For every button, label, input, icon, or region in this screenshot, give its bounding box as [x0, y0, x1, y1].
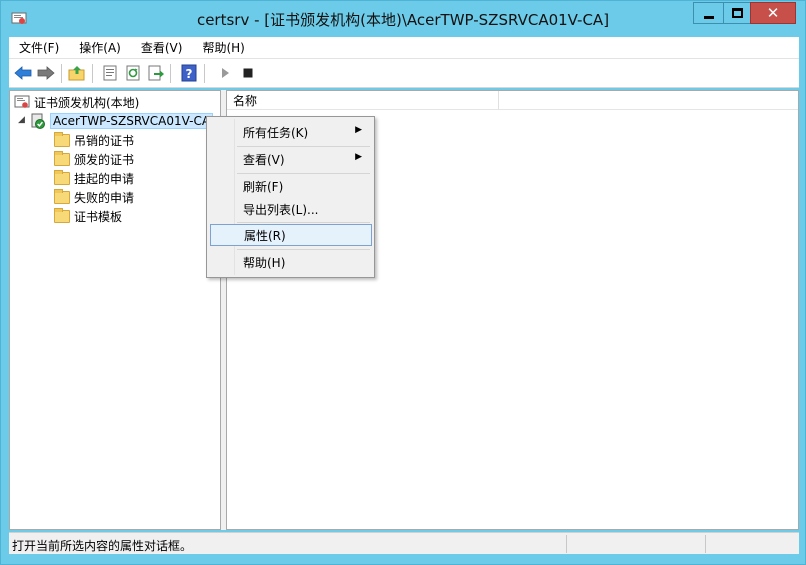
folder-icon — [54, 189, 70, 205]
menu-item-export-list[interactable]: 导出列表(L)... — [209, 198, 372, 220]
minimize-icon — [703, 15, 714, 19]
tree-pending-requests[interactable]: 挂起的申请 — [54, 169, 134, 187]
help-icon: ? — [181, 64, 197, 82]
stop-service-button[interactable] — [238, 63, 258, 83]
menu-separator — [237, 173, 370, 174]
tree-failed-requests[interactable]: 失败的申请 — [54, 188, 134, 206]
menu-item-view[interactable]: 查看(V) ▶ — [209, 148, 372, 170]
menu-bar: 文件(F) 操作(A) 查看(V) 帮助(H) — [9, 37, 799, 59]
mmc-window: certsrv - [证书颁发机构(本地)\AcerTWP-SZSRVCA01V… — [0, 0, 806, 565]
svg-text:?: ? — [186, 67, 193, 81]
maximize-icon — [731, 8, 743, 18]
export-icon — [148, 65, 164, 81]
tree-certificate-templates[interactable]: 证书模板 — [54, 207, 122, 225]
menu-item-label: 属性(R) — [244, 228, 286, 243]
folder-icon — [54, 151, 70, 167]
menu-item-help[interactable]: 帮助(H) — [209, 251, 372, 273]
tree-item-label: 吊销的证书 — [74, 133, 135, 148]
tree-item-label: 颁发的证书 — [74, 152, 135, 167]
console-tree[interactable]: 证书颁发机构(本地) ◢ AcerTWP-SZSRVCA01V-CA 吊销的证书… — [9, 90, 221, 530]
menu-item-label: 帮助(H) — [243, 255, 286, 270]
close-button[interactable]: ✕ — [750, 2, 796, 24]
menu-view[interactable]: 查看(V) — [131, 39, 193, 56]
submenu-arrow-icon: ▶ — [355, 152, 362, 162]
ca-server-icon — [30, 113, 46, 129]
properties-icon — [103, 65, 117, 81]
toolbar: ? — [9, 59, 799, 88]
tree-ca-label: AcerTWP-SZSRVCA01V-CA — [50, 113, 214, 129]
refresh-icon — [126, 65, 140, 81]
tree-revoked-certificates[interactable]: 吊销的证书 — [54, 131, 134, 149]
forward-arrow-icon — [37, 66, 55, 80]
menu-file[interactable]: 文件(F) — [9, 39, 69, 56]
back-button[interactable] — [13, 63, 33, 83]
help-button[interactable]: ? — [179, 63, 199, 83]
stop-service-icon — [243, 68, 253, 78]
forward-button[interactable] — [36, 63, 56, 83]
up-folder-icon — [68, 66, 85, 81]
tree-item-label: 失败的申请 — [74, 190, 135, 205]
window-title: certsrv - [证书颁发机构(本地)\AcerTWP-SZSRVCA01V… — [196, 11, 610, 29]
menu-item-label: 查看(V) — [243, 152, 285, 167]
tree-issued-certificates[interactable]: 颁发的证书 — [54, 150, 134, 168]
context-menu: 所有任务(K) ▶ 查看(V) ▶ 刷新(F) 导出列表(L)... 属性(R)… — [206, 116, 375, 278]
refresh-button[interactable] — [123, 63, 143, 83]
menu-item-all-tasks[interactable]: 所有任务(K) ▶ — [209, 121, 372, 143]
title-bar[interactable]: certsrv - [证书颁发机构(本地)\AcerTWP-SZSRVCA01V… — [1, 1, 805, 37]
menu-item-label: 导出列表(L)... — [243, 202, 319, 217]
export-list-button[interactable] — [146, 63, 166, 83]
collapse-arrow-icon[interactable]: ◢ — [18, 115, 25, 125]
close-icon: ✕ — [766, 4, 780, 22]
tree-root-label: 证书颁发机构(本地) — [34, 95, 140, 110]
tree-item-label: 挂起的申请 — [74, 171, 135, 186]
submenu-arrow-icon: ▶ — [355, 125, 362, 135]
up-level-button[interactable] — [67, 63, 87, 83]
maximize-button[interactable] — [723, 2, 751, 24]
status-text: 打开当前所选内容的属性对话框。 — [12, 539, 193, 553]
status-bar: 打开当前所选内容的属性对话框。 — [9, 532, 799, 554]
folder-icon — [54, 132, 70, 148]
menu-separator — [237, 249, 370, 250]
menu-help[interactable]: 帮助(H) — [192, 39, 254, 56]
certificate-authority-icon — [14, 94, 30, 110]
menu-item-label: 刷新(F) — [243, 179, 284, 194]
status-cell — [566, 535, 567, 553]
tree-ca-node[interactable]: AcerTWP-SZSRVCA01V-CA — [30, 112, 214, 130]
column-header-label: 名称 — [233, 93, 258, 108]
status-cell — [705, 535, 706, 553]
toolbar-separator — [61, 64, 62, 83]
start-service-button[interactable] — [215, 63, 235, 83]
minimize-button[interactable] — [693, 2, 724, 24]
folder-icon — [54, 208, 70, 224]
column-header-name[interactable]: 名称 — [227, 91, 499, 110]
toolbar-separator — [170, 64, 171, 83]
toolbar-separator — [204, 64, 205, 83]
back-arrow-icon — [14, 66, 32, 80]
menu-action[interactable]: 操作(A) — [69, 39, 131, 56]
menu-separator — [237, 222, 370, 223]
folder-icon — [54, 170, 70, 186]
menu-separator — [237, 146, 370, 147]
toolbar-separator — [92, 64, 93, 83]
menu-item-properties[interactable]: 属性(R) — [210, 224, 372, 246]
start-service-icon — [222, 68, 229, 78]
column-header-empty — [499, 91, 798, 110]
properties-button[interactable] — [100, 63, 120, 83]
menu-item-label: 所有任务(K) — [243, 125, 309, 140]
tree-root-node[interactable]: 证书颁发机构(本地) — [14, 93, 139, 111]
tree-item-label: 证书模板 — [74, 209, 123, 224]
menu-item-refresh[interactable]: 刷新(F) — [209, 175, 372, 197]
